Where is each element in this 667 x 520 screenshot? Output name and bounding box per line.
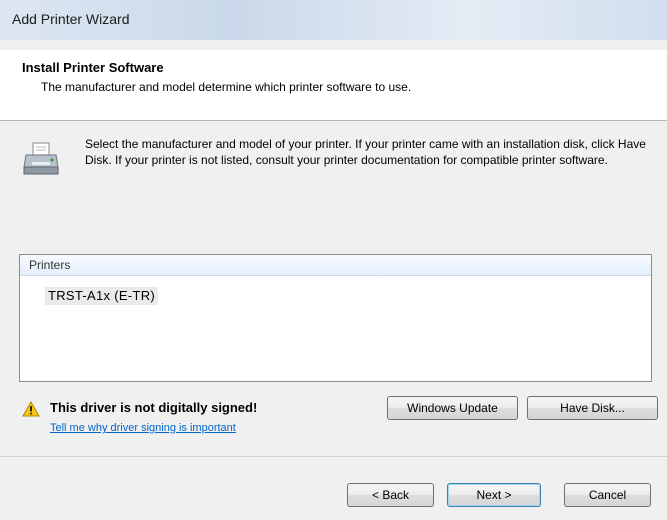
- page-title: Install Printer Software: [22, 60, 164, 75]
- cancel-button[interactable]: Cancel: [564, 483, 651, 507]
- wizard-header: Install Printer Software The manufacture…: [0, 50, 667, 121]
- intro-text: Select the manufacturer and model of you…: [85, 137, 646, 167]
- windows-update-button[interactable]: Windows Update: [387, 396, 518, 420]
- window-title: Add Printer Wizard: [12, 11, 130, 27]
- back-button[interactable]: < Back: [347, 483, 434, 507]
- have-disk-button[interactable]: Have Disk...: [527, 396, 658, 420]
- next-button[interactable]: Next >: [447, 483, 541, 507]
- unsigned-driver-warning: This driver is not digitally signed!: [50, 400, 258, 415]
- printers-listbox[interactable]: Printers TRST-A1x (E-TR): [19, 254, 652, 382]
- warning-icon: [22, 401, 40, 417]
- printers-column-header[interactable]: Printers: [20, 255, 651, 276]
- driver-signing-link[interactable]: Tell me why driver signing is important: [50, 422, 236, 434]
- list-item[interactable]: TRST-A1x (E-TR): [45, 287, 159, 305]
- page-subtitle: The manufacturer and model determine whi…: [41, 80, 412, 94]
- printer-icon: [23, 142, 59, 175]
- title-bar: Add Printer Wizard: [0, 0, 667, 40]
- footer-separator: [0, 456, 667, 457]
